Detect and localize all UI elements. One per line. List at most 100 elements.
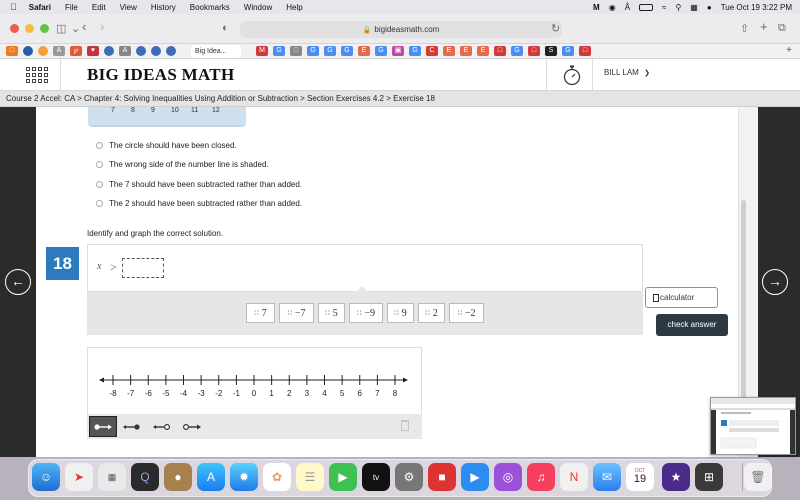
tab-favicon-21[interactable]: G xyxy=(409,46,421,56)
tab-favicon-7[interactable] xyxy=(104,46,114,56)
control-center-icon[interactable]: ▦ xyxy=(690,3,698,12)
tab-favicon-11[interactable] xyxy=(166,46,176,56)
quicktime-icon[interactable]: Q xyxy=(131,463,159,491)
check-answer-button[interactable]: check answer xyxy=(656,314,728,336)
radio-button[interactable] xyxy=(96,200,103,207)
menu-bookmarks[interactable]: Bookmarks xyxy=(190,3,230,12)
next-exercise-arrow-icon[interactable]: → xyxy=(762,269,788,295)
reload-icon[interactable]: ↻ xyxy=(551,22,560,35)
tab-favicon-13[interactable]: G xyxy=(273,46,285,56)
answer-tile[interactable]: ∷ 2 xyxy=(418,303,445,323)
tab-favicon-17[interactable]: G xyxy=(341,46,353,56)
menu-help[interactable]: Help xyxy=(286,3,302,12)
menu-window[interactable]: Window xyxy=(244,3,272,12)
radio-button[interactable] xyxy=(96,181,103,188)
siri-icon[interactable]: ● xyxy=(707,3,712,12)
search-icon[interactable]: ⚲ xyxy=(675,3,681,12)
answer-tile[interactable]: ∷ −9 xyxy=(349,303,383,323)
launchpad-icon[interactable]: ▦ xyxy=(98,463,126,491)
zoom-window-icon[interactable] xyxy=(40,24,49,33)
photo-booth-icon[interactable]: ■ xyxy=(428,463,456,491)
tab-favicon-5[interactable]: ℘ xyxy=(70,46,82,56)
user-menu[interactable]: BILL LAM ❯ xyxy=(604,68,650,77)
facetime-icon[interactable]: ▶ xyxy=(329,463,357,491)
answer-tile[interactable]: ∷ 7 xyxy=(246,303,275,323)
tab-favicon-23[interactable]: E xyxy=(443,46,455,56)
news-icon[interactable]: N xyxy=(560,463,588,491)
finder-icon[interactable]: ☺ xyxy=(32,463,60,491)
tab-favicon-15[interactable]: G xyxy=(307,46,319,56)
open-ray-tool[interactable] xyxy=(178,416,206,437)
tab-favicon-10[interactable] xyxy=(151,46,161,56)
tab-favicon-19[interactable]: G xyxy=(375,46,387,56)
trash-icon[interactable] xyxy=(401,420,409,431)
tab-favicon-29[interactable]: S xyxy=(545,46,557,56)
screenshot-thumbnail[interactable] xyxy=(710,397,796,455)
tab-favicon-26[interactable]: □ xyxy=(494,46,506,56)
add-tab-icon[interactable]: + xyxy=(786,45,792,56)
address-bar[interactable]: 🔒 bigideasmath.com xyxy=(240,21,562,38)
tab-favicon-3[interactable] xyxy=(38,46,48,56)
tab-favicon-25[interactable]: E xyxy=(477,46,489,56)
choice-option[interactable]: The circle should have been closed. xyxy=(96,141,237,150)
music-icon[interactable]: ♫ xyxy=(527,463,555,491)
sidebar-chevron-icon[interactable]: ⌄ xyxy=(71,22,80,35)
radio-button[interactable] xyxy=(96,142,103,149)
tab-favicon-20[interactable]: ▣ xyxy=(392,46,404,56)
imovie-icon[interactable]: ★ xyxy=(662,463,690,491)
bluetooth-icon[interactable]: Å xyxy=(625,3,630,12)
tab-favicon-8[interactable]: A xyxy=(119,46,131,56)
choice-option[interactable]: The 2 should have been subtracted rather… xyxy=(96,199,302,208)
tab-favicon-14[interactable]: □ xyxy=(290,46,302,56)
close-window-icon[interactable] xyxy=(10,24,19,33)
number-line[interactable]: -8 -7 -6 -5 -4 -3 -2 -1 0 1 2 3 4 5 6 7 8 xyxy=(87,347,422,414)
answer-tile[interactable]: ∷ −7 xyxy=(279,303,314,323)
active-tab[interactable]: Big Idea... xyxy=(191,44,241,58)
contacts-icon[interactable]: ● xyxy=(164,463,192,491)
choice-option[interactable]: The 7 should have been subtracted rather… xyxy=(96,180,302,189)
record-icon[interactable]: ◉ xyxy=(609,3,616,12)
answer-tile[interactable]: ∷ 5 xyxy=(318,303,345,323)
clock-text[interactable]: Tue Oct 19 3:22 PM xyxy=(721,3,792,12)
answer-tile[interactable]: ∷ 9 xyxy=(387,303,414,323)
calendar-icon[interactable]: OCT 19 xyxy=(626,463,654,491)
tab-favicon-24[interactable]: E xyxy=(460,46,472,56)
podcasts-icon[interactable]: ◎ xyxy=(494,463,522,491)
tab-favicon-1[interactable]: □ xyxy=(6,46,18,56)
breadcrumb[interactable]: Course 2 Accel: CA > Chapter 4: Solving … xyxy=(0,91,800,107)
tab-favicon-12[interactable]: M xyxy=(256,46,268,56)
app-store-icon[interactable]: A xyxy=(197,463,225,491)
privacy-shield-icon[interactable]: ◐ xyxy=(222,22,229,34)
calculator-button[interactable]: calculator xyxy=(645,287,718,308)
closed-ray-tool[interactable] xyxy=(89,416,117,437)
menu-history[interactable]: History xyxy=(151,3,176,12)
site-logo[interactable]: BIG IDEAS MATH xyxy=(87,65,234,85)
tab-overview-icon[interactable]: ⧉ xyxy=(778,22,786,35)
tab-favicon-6[interactable]: ♥ xyxy=(87,46,99,56)
photos-icon[interactable]: ✿ xyxy=(263,463,291,491)
notes-icon[interactable]: ☰ xyxy=(296,463,324,491)
menu-view[interactable]: View xyxy=(120,3,137,12)
tab-favicon-2[interactable] xyxy=(23,46,33,56)
previous-exercise-arrow-icon[interactable]: ← xyxy=(5,269,31,295)
apps-grid-icon[interactable] xyxy=(26,67,48,83)
maps-icon[interactable]: ➤ xyxy=(65,463,93,491)
menu-file[interactable]: File xyxy=(65,3,78,12)
minimize-window-icon[interactable] xyxy=(25,24,34,33)
m-app-icon[interactable]: M xyxy=(593,3,600,12)
trash-bin-icon[interactable]: 🗑 xyxy=(744,463,772,491)
tab-favicon-27[interactable]: G xyxy=(511,46,523,56)
new-tab-icon[interactable]: + xyxy=(760,19,768,34)
calculator-app-icon[interactable]: ⊞ xyxy=(695,463,723,491)
battery-icon[interactable] xyxy=(639,3,654,11)
mail-icon[interactable]: ✉ xyxy=(593,463,621,491)
menu-app-name[interactable]: Safari xyxy=(29,3,51,12)
back-icon[interactable]: ‹ xyxy=(82,19,86,34)
closed-segment-tool[interactable] xyxy=(118,416,146,437)
apple-tv-icon[interactable]: tv xyxy=(362,463,390,491)
tab-favicon-16[interactable]: G xyxy=(324,46,336,56)
stopwatch-icon[interactable] xyxy=(562,64,582,86)
tab-favicon-31[interactable]: □ xyxy=(579,46,591,56)
tab-favicon-22[interactable]: C xyxy=(426,46,438,56)
menu-edit[interactable]: Edit xyxy=(92,3,106,12)
